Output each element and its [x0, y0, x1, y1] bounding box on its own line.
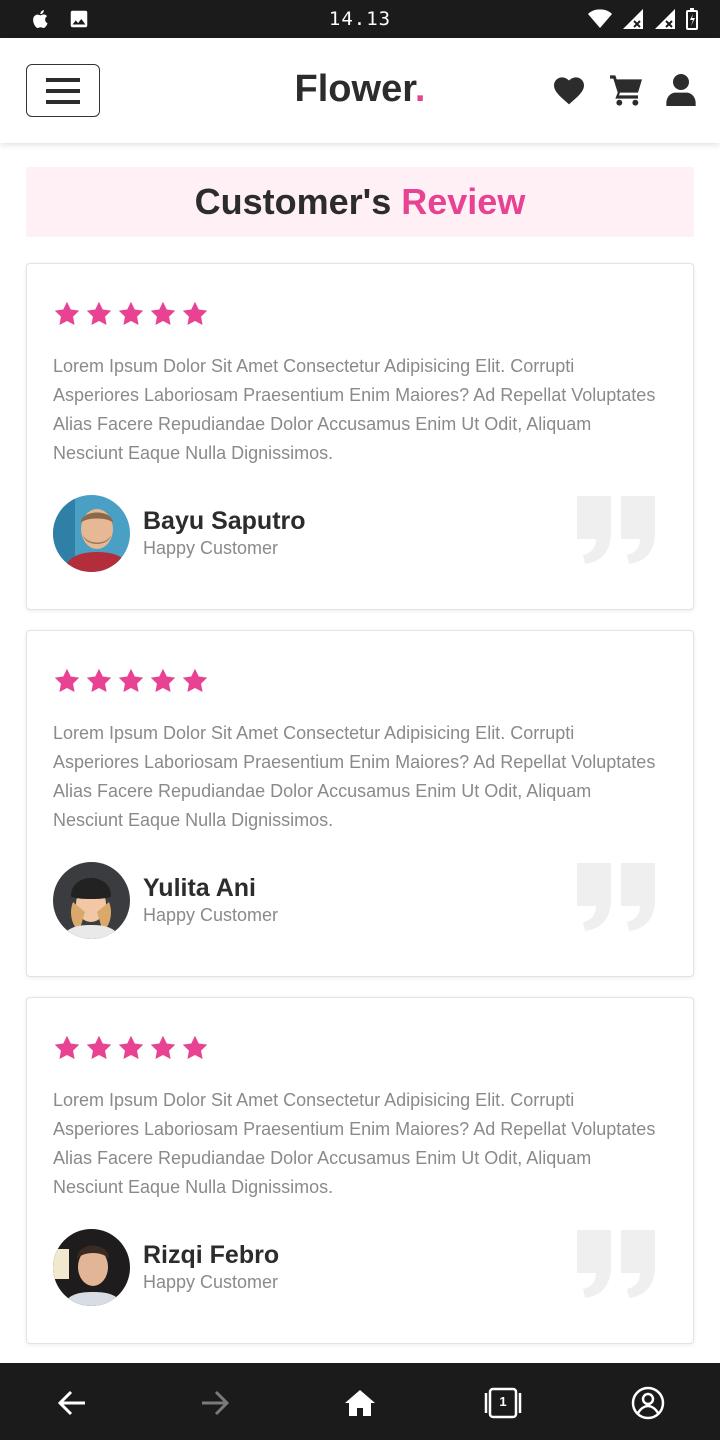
quote-icon — [577, 1230, 655, 1298]
star-icon — [54, 1035, 80, 1059]
reviewer-name: Bayu Saputro — [143, 507, 306, 535]
star-icon — [182, 301, 208, 325]
rating-stars — [53, 300, 209, 328]
account-button[interactable] — [628, 1383, 668, 1423]
section-title: Customer's Review — [26, 167, 694, 237]
status-bar: 14.13 — [0, 0, 720, 38]
avatar — [53, 1229, 130, 1306]
star-icon — [118, 1035, 144, 1059]
reviewer-role: Happy Customer — [143, 1272, 279, 1292]
signal-icon — [623, 9, 643, 29]
rating-stars — [53, 667, 209, 695]
app-header: Flower. — [0, 38, 720, 143]
forward-button[interactable] — [195, 1383, 235, 1423]
review-text: Lorem Ipsum Dolor Sit Amet Consectetur A… — [53, 1090, 656, 1197]
star-icon — [150, 1035, 176, 1059]
reviewer-name: Yulita Ani — [143, 874, 256, 902]
back-button[interactable] — [52, 1383, 92, 1423]
star-icon — [86, 301, 112, 325]
star-icon — [118, 301, 144, 325]
star-icon — [150, 301, 176, 325]
wifi-icon — [588, 9, 612, 28]
logo-dot: . — [414, 68, 426, 110]
star-icon — [86, 1035, 112, 1059]
avatar — [53, 495, 130, 572]
rating-stars — [53, 1034, 209, 1062]
section-title-band: Customer's Review — [26, 167, 694, 237]
tabs-button[interactable]: 1 — [483, 1383, 523, 1423]
star-icon — [150, 668, 176, 692]
star-icon — [182, 1035, 208, 1059]
review-text: Lorem Ipsum Dolor Sit Amet Consectetur A… — [53, 356, 656, 463]
logo-text: Flower — [294, 68, 415, 110]
review-card: Lorem Ipsum Dolor Sit Amet Consectetur A… — [26, 263, 694, 610]
heart-icon[interactable] — [552, 75, 586, 105]
home-button[interactable] — [340, 1383, 380, 1423]
section-title-main: Customer's — [194, 181, 402, 222]
reviewer-role: Happy Customer — [143, 538, 279, 558]
user-icon[interactable] — [666, 74, 696, 106]
home-icon — [345, 1390, 375, 1416]
forward-arrow-icon — [202, 1390, 230, 1416]
quote-icon — [577, 496, 655, 564]
battery-icon — [686, 8, 698, 30]
section-title-accent: Review — [401, 181, 526, 222]
star-icon — [54, 668, 80, 692]
star-icon — [54, 301, 80, 325]
reviewer-name: Rizqi Febro — [143, 1241, 280, 1269]
account-icon — [631, 1386, 665, 1420]
review-card: Lorem Ipsum Dolor Sit Amet Consectetur A… — [26, 997, 694, 1344]
star-icon — [118, 668, 144, 692]
reviewer-role: Happy Customer — [143, 905, 279, 925]
star-icon — [182, 668, 208, 692]
star-icon — [86, 668, 112, 692]
bottom-navigation: 1 — [0, 1363, 720, 1440]
tab-count: 1 — [499, 1394, 507, 1409]
avatar — [53, 862, 130, 939]
quote-icon — [577, 863, 655, 931]
signal-icon — [655, 9, 675, 29]
cart-icon[interactable] — [608, 74, 644, 106]
review-text: Lorem Ipsum Dolor Sit Amet Consectetur A… — [53, 723, 656, 830]
back-arrow-icon — [57, 1390, 85, 1416]
review-card: Lorem Ipsum Dolor Sit Amet Consectetur A… — [26, 630, 694, 977]
